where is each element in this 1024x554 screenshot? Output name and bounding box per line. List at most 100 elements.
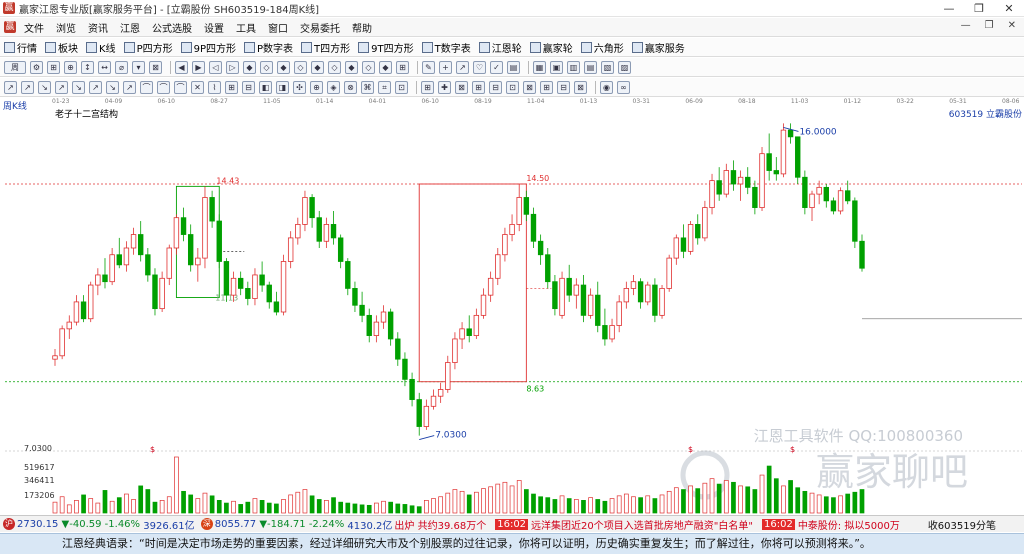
- tool-icon[interactable]: ⊞: [396, 60, 409, 74]
- news-ticker-1[interactable]: 出炉 共约39.68万个: [394, 517, 486, 532]
- news-ticker-3[interactable]: 中泰股份: 拟以5000万: [798, 517, 900, 532]
- toolbar-button-3[interactable]: P四方形: [123, 40, 173, 55]
- tool-icon[interactable]: ↗: [456, 60, 469, 74]
- tool-icon[interactable]: ◀: [175, 60, 188, 74]
- restore-button[interactable]: ❐: [964, 0, 994, 17]
- tool-icon[interactable]: ↗: [4, 80, 17, 94]
- tool-icon[interactable]: ▤: [584, 60, 597, 74]
- tool-icon[interactable]: ✣: [293, 80, 306, 94]
- tool-icon[interactable]: ↗: [55, 80, 68, 94]
- menu-gann[interactable]: 江恩: [114, 20, 146, 35]
- tool-icon[interactable]: ◆: [345, 60, 358, 74]
- tool-icon[interactable]: ◆: [243, 60, 256, 74]
- tool-icon[interactable]: ↔: [98, 60, 111, 74]
- tool-icon[interactable]: ⊞: [421, 80, 434, 94]
- menu-file[interactable]: 文件: [18, 20, 50, 35]
- shenzhen-index-icon[interactable]: 深: [200, 518, 213, 530]
- toolbar-button-11[interactable]: 六角形: [580, 40, 624, 55]
- menu-news[interactable]: 资讯: [82, 20, 114, 35]
- chart-area[interactable]: 周K线老子十二宫结构603519 立霸股份14.4311.1314.508.63…: [0, 99, 1024, 515]
- tool-icon[interactable]: ◆: [379, 60, 392, 74]
- mdi-close-button[interactable]: ✕: [1008, 20, 1016, 31]
- tool-icon[interactable]: ⊗: [344, 80, 357, 94]
- toolbar-button-7[interactable]: 9T四方形: [358, 40, 414, 55]
- tool-icon[interactable]: ✚: [438, 80, 451, 94]
- tool-icon[interactable]: ⌒: [157, 80, 170, 94]
- tick-detail-label[interactable]: 收603519分笔: [928, 517, 996, 532]
- tool-icon[interactable]: ✎: [422, 60, 435, 74]
- menu-settings[interactable]: 设置: [198, 20, 230, 35]
- tool-icon[interactable]: ⌇: [208, 80, 221, 94]
- menu-tools[interactable]: 工具: [230, 20, 262, 35]
- tool-icon[interactable]: ⊠: [149, 60, 162, 74]
- tool-icon[interactable]: ◨: [276, 80, 289, 94]
- toolbar-button-2[interactable]: K线: [86, 40, 116, 55]
- tool-icon[interactable]: ▷: [226, 60, 239, 74]
- tool-icon[interactable]: ↘: [38, 80, 51, 94]
- tool-icon[interactable]: ◇: [328, 60, 341, 74]
- tool-icon[interactable]: ⊞: [540, 80, 553, 94]
- toolbar-button-1[interactable]: 板块: [45, 40, 78, 55]
- period-selector[interactable]: 周: [4, 60, 26, 74]
- tool-icon[interactable]: ⌀: [115, 60, 128, 74]
- tool-icon[interactable]: ⊞: [472, 80, 485, 94]
- tool-icon[interactable]: ⊡: [506, 80, 519, 94]
- tool-icon[interactable]: ⌘: [361, 80, 374, 94]
- tool-icon[interactable]: ↗: [123, 80, 136, 94]
- tool-icon[interactable]: ◇: [260, 60, 273, 74]
- toolbar-button-0[interactable]: 行情: [4, 40, 37, 55]
- tool-icon[interactable]: ◆: [311, 60, 324, 74]
- tool-icon[interactable]: ⌒: [174, 80, 187, 94]
- tool-icon[interactable]: ◉: [600, 80, 613, 94]
- tool-icon[interactable]: ▨: [618, 60, 631, 74]
- toolbar-button-8[interactable]: T数字表: [421, 40, 471, 55]
- tool-icon[interactable]: ⊟: [557, 80, 570, 94]
- tool-icon[interactable]: ⊕: [310, 80, 323, 94]
- menu-help[interactable]: 帮助: [346, 20, 378, 35]
- shanghai-index-icon[interactable]: 沪: [3, 518, 15, 530]
- tool-icon[interactable]: ✕: [191, 80, 204, 94]
- tool-icon[interactable]: ✓: [490, 60, 503, 74]
- tool-icon[interactable]: ▣: [550, 60, 563, 74]
- close-button[interactable]: ✕: [994, 0, 1024, 17]
- toolbar-button-6[interactable]: T四方形: [301, 40, 350, 55]
- menu-formula-picker[interactable]: 公式选股: [146, 20, 198, 35]
- tool-icon[interactable]: ⊟: [489, 80, 502, 94]
- tool-icon[interactable]: ⊠: [523, 80, 536, 94]
- toolbar-button-9[interactable]: 江恩轮: [478, 40, 522, 55]
- tool-icon[interactable]: ⊡: [395, 80, 408, 94]
- tool-icon[interactable]: ▤: [507, 60, 520, 74]
- toolbar-button-5[interactable]: P数字表: [244, 40, 293, 55]
- tool-icon[interactable]: ▶: [192, 60, 205, 74]
- tool-icon[interactable]: ↗: [89, 80, 102, 94]
- menu-window[interactable]: 窗口: [262, 20, 294, 35]
- tool-icon[interactable]: ∞: [617, 80, 630, 94]
- tool-icon[interactable]: ◇: [294, 60, 307, 74]
- menu-trade[interactable]: 交易委托: [294, 20, 346, 35]
- tool-icon[interactable]: ⊞: [225, 80, 238, 94]
- tool-icon[interactable]: ⌗: [378, 80, 391, 94]
- tool-icon[interactable]: ⊞: [47, 60, 60, 74]
- app-menu-icon[interactable]: 赢: [4, 21, 16, 33]
- tool-icon[interactable]: ▥: [567, 60, 580, 74]
- tool-icon[interactable]: ▧: [601, 60, 614, 74]
- minimize-button[interactable]: —: [934, 0, 964, 17]
- tool-icon[interactable]: ↕: [81, 60, 94, 74]
- tool-icon[interactable]: ◧: [259, 80, 272, 94]
- tool-icon[interactable]: +: [439, 60, 452, 74]
- tool-icon[interactable]: ⌒: [140, 80, 153, 94]
- tool-icon[interactable]: ♡: [473, 60, 486, 74]
- tool-icon[interactable]: ⊟: [242, 80, 255, 94]
- tool-icon[interactable]: ◆: [277, 60, 290, 74]
- tool-icon[interactable]: ⊠: [574, 80, 587, 94]
- tool-icon[interactable]: ◇: [362, 60, 375, 74]
- tool-icon[interactable]: ⚙: [30, 60, 43, 74]
- toolbar-button-10[interactable]: 赢家轮: [529, 40, 573, 55]
- kline-chart[interactable]: 周K线老子十二宫结构603519 立霸股份14.4311.1314.508.63…: [0, 99, 1024, 515]
- tool-icon[interactable]: ↘: [72, 80, 85, 94]
- tool-icon[interactable]: ▦: [533, 60, 546, 74]
- tool-icon[interactable]: ⊕: [64, 60, 77, 74]
- tool-icon[interactable]: ↗: [21, 80, 34, 94]
- menu-browse[interactable]: 浏览: [50, 20, 82, 35]
- toolbar-button-4[interactable]: 9P四方形: [180, 40, 236, 55]
